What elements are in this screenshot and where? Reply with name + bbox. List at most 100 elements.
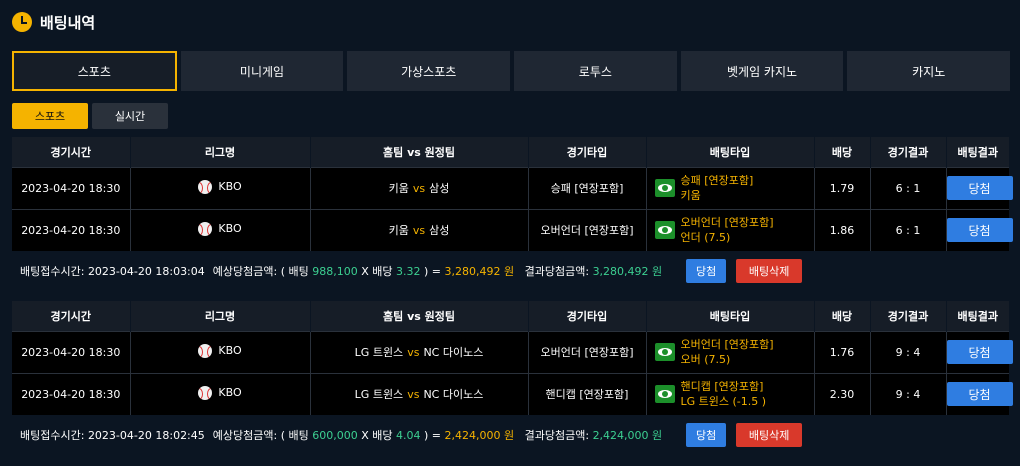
- total-odds: 4.04: [396, 428, 421, 442]
- odds: 1.79: [814, 166, 871, 209]
- total-odds: 3.32: [396, 264, 421, 278]
- table-row: 2023-04-20 18:30 KBO 키움 vs 삼성 승패 [연장포함] 승패 [연장…: [12, 166, 1013, 209]
- result-win-button[interactable]: 당첨: [946, 218, 1013, 243]
- bet-result-cell: 당첨: [946, 208, 1013, 251]
- win-status-button[interactable]: 당첨: [686, 423, 727, 447]
- tab-minigame[interactable]: 미니게임: [180, 51, 344, 91]
- subtab-sports[interactable]: 스포츠: [12, 103, 88, 129]
- match-score: 9 : 4: [870, 330, 947, 373]
- match-type: 승패 [연장포함]: [528, 166, 647, 209]
- match-type: 핸디캡 [연장포함]: [528, 372, 647, 415]
- bet-type-cell: 오버언더 [연장포함] 오버 (7.5): [646, 330, 815, 373]
- bet-pick: LG 트윈스 (-1.5 ): [680, 395, 767, 409]
- col-bet-result: 배팅결과: [946, 301, 1009, 331]
- eye-icon[interactable]: [654, 179, 675, 197]
- bet-type: 오버언더 [연장포함]: [680, 338, 774, 351]
- clock-icon: [12, 12, 32, 32]
- league-cell: KBO: [130, 166, 311, 209]
- result-win-button[interactable]: 당첨: [946, 176, 1013, 200]
- receipt-time-label: 배팅접수시간: 2023-04-20 18:02:45: [20, 429, 205, 442]
- col-odds: 배당: [814, 301, 871, 331]
- subtab-live[interactable]: 실시간: [92, 103, 168, 129]
- table-header: 경기시간 리그명 홈팀 vs 원정팀 경기타입 배팅타입 배당 경기결과 배팅결과: [12, 137, 1009, 167]
- receipt-time-label: 배팅접수시간: 2023-04-20 18:03:04: [20, 265, 205, 278]
- tab-casino[interactable]: 카지노: [847, 51, 1011, 91]
- result-win-button[interactable]: 당첨: [946, 340, 1013, 364]
- match-time: 2023-04-20 18:30: [12, 166, 131, 209]
- baseball-icon: [198, 221, 213, 236]
- match-time: 2023-04-20 18:30: [12, 372, 131, 415]
- expected-amount: 2,424,000: [444, 428, 501, 442]
- home-team: LG 트윈스: [354, 346, 404, 359]
- equals-label: ) =: [424, 428, 442, 442]
- col-match-type: 경기타입: [528, 137, 647, 167]
- result-currency: 원: [652, 429, 663, 442]
- bet-pick: 언더 (7.5): [680, 231, 731, 245]
- expected-label: 예상당첨금액: ( 배팅: [212, 429, 309, 442]
- bet-pick: 오버 (7.5): [680, 353, 731, 366]
- tab-sports[interactable]: 스포츠: [12, 51, 177, 91]
- vs-label: vs: [407, 388, 420, 402]
- league-cell: KBO: [130, 330, 311, 373]
- eye-icon[interactable]: [654, 385, 675, 404]
- league-cell: KBO: [130, 208, 311, 251]
- eye-icon[interactable]: [654, 221, 675, 240]
- bet-type-cell: 승패 [연장포함] 키움: [646, 166, 815, 209]
- win-status-button[interactable]: 당첨: [686, 259, 727, 283]
- result-amount: 3,280,492: [592, 264, 649, 278]
- col-league: 리그명: [130, 137, 311, 167]
- col-teams: 홈팀 vs 원정팀: [310, 301, 529, 331]
- match-type: 오버언더 [연장포함]: [528, 208, 647, 251]
- result-amount-label: 결과당첨금액:: [524, 265, 590, 278]
- bet-type: 승패 [연장포함]: [680, 174, 754, 187]
- league-name: KBO: [218, 180, 242, 193]
- sub-tabs: 스포츠 실시간: [12, 103, 168, 129]
- eye-icon[interactable]: [654, 343, 675, 361]
- bet-table: 경기시간 리그명 홈팀 vs 원정팀 경기타입 배팅타입 배당 경기결과 배팅결과 2023-0…: [12, 137, 1013, 251]
- currency-label: 원: [504, 429, 515, 442]
- match-score: 9 : 4: [870, 372, 947, 415]
- bet-pick: 키움: [680, 189, 701, 202]
- table-row: 2023-04-20 18:30 KBO LG 트윈스 vs NC 다이노스 오버언더 […: [12, 330, 1013, 373]
- home-team: 키움: [388, 224, 409, 238]
- teams-cell: LG 트윈스 vs NC 다이노스: [310, 372, 529, 415]
- tab-lotus[interactable]: 로투스: [514, 51, 677, 91]
- baseball-icon: [198, 385, 213, 400]
- delete-bet-button[interactable]: 배팅삭제: [736, 423, 803, 447]
- league-name: KBO: [218, 344, 242, 357]
- bet-slip: 경기시간 리그명 홈팀 vs 원정팀 경기타입 배팅타입 배당 경기결과 배팅결과 2023-0…: [12, 301, 1013, 455]
- stake-amount: 600,000: [312, 428, 358, 442]
- bet-summary: 배팅접수시간: 2023-04-20 18:03:04 예상당첨금액: ( 배팅 …: [12, 251, 1009, 291]
- currency-label: 원: [504, 265, 515, 278]
- col-match-type: 경기타입: [528, 301, 647, 331]
- col-match-result: 경기결과: [870, 301, 947, 331]
- col-bet-type: 배팅타입: [646, 301, 815, 331]
- home-team: 키움: [388, 182, 409, 195]
- page-header: 배팅내역: [12, 8, 95, 36]
- tab-betgame-casino[interactable]: 벳게임 카지노: [680, 51, 844, 91]
- vs-label: vs: [412, 224, 426, 238]
- bet-summary: 배팅접수시간: 2023-04-20 18:02:45 예상당첨금액: ( 배팅 …: [12, 415, 1009, 455]
- col-bet-result: 배팅결과: [946, 137, 1009, 167]
- col-teams: 홈팀 vs 원정팀: [310, 137, 529, 167]
- odds: 2.30: [814, 372, 871, 415]
- receipt-time: 2023-04-20 18:03:04: [87, 265, 205, 278]
- match-time: 2023-04-20 18:30: [12, 208, 131, 251]
- delete-bet-button[interactable]: 배팅삭제: [736, 259, 803, 283]
- bet-type-cell: 오버언더 [연장포함] 언더 (7.5): [646, 208, 815, 251]
- bet-type: 오버언더 [연장포함]: [680, 216, 774, 230]
- league-name: KBO: [218, 222, 242, 236]
- col-bet-type: 배팅타입: [646, 137, 815, 167]
- result-win-button[interactable]: 당첨: [946, 382, 1013, 407]
- bet-type: 핸디캡 [연장포함]: [680, 380, 764, 394]
- result-amount-label: 결과당첨금액:: [524, 429, 590, 442]
- away-team: 삼성: [429, 224, 450, 238]
- odds: 1.86: [814, 208, 871, 251]
- col-match-time: 경기시간: [12, 137, 131, 167]
- receipt-time: 2023-04-20 18:02:45: [87, 429, 205, 442]
- match-type: 오버언더 [연장포함]: [528, 330, 647, 373]
- bet-slip: 경기시간 리그명 홈팀 vs 원정팀 경기타입 배팅타입 배당 경기결과 배팅결과 2023-0…: [12, 137, 1013, 291]
- table-row: 2023-04-20 18:30 KBO 키움 vs 삼성 오버언더 [연장포함] 오버언더…: [12, 208, 1013, 251]
- bet-table: 경기시간 리그명 홈팀 vs 원정팀 경기타입 배팅타입 배당 경기결과 배팅결과 2023-0…: [12, 301, 1013, 415]
- tab-virtual-sports[interactable]: 가상스포츠: [347, 51, 511, 91]
